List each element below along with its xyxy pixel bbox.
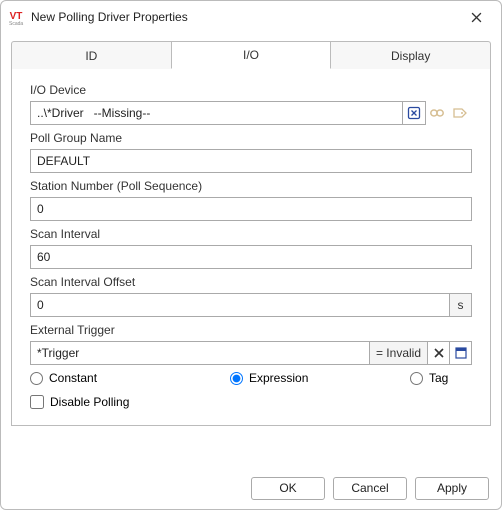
scan-offset-label: Scan Interval Offset (30, 275, 472, 289)
link-icon (429, 106, 445, 120)
radio-constant[interactable]: Constant (30, 371, 220, 385)
disable-polling-checkbox[interactable]: Disable Polling (30, 395, 472, 409)
poll-group-label: Poll Group Name (30, 131, 472, 145)
window-title: New Polling Driver Properties (31, 10, 457, 24)
radio-tag[interactable]: Tag (410, 371, 448, 385)
external-trigger-label: External Trigger (30, 323, 472, 337)
io-device-label: I/O Device (30, 83, 472, 97)
tab-panel-io: I/O Device Poll Group Name Station Numbe… (11, 68, 491, 426)
cancel-button[interactable]: Cancel (333, 477, 407, 500)
scan-interval-label: Scan Interval (30, 227, 472, 241)
io-device-link-button[interactable] (425, 101, 449, 125)
radio-expression[interactable]: Expression (230, 371, 400, 385)
radio-constant-input[interactable] (30, 372, 43, 385)
tab-io[interactable]: I/O (171, 41, 332, 69)
close-icon (471, 12, 482, 23)
radio-expression-input[interactable] (230, 372, 243, 385)
titlebar: VT Scada New Polling Driver Properties (1, 1, 501, 33)
app-logo: VT Scada (7, 8, 25, 26)
scan-offset-input[interactable] (30, 293, 450, 317)
browse-tag-icon (452, 106, 468, 120)
io-device-input[interactable] (30, 101, 403, 125)
external-trigger-status: = Invalid (370, 341, 428, 365)
disable-polling-input[interactable] (30, 395, 44, 409)
popup-icon (455, 347, 467, 359)
io-device-browse-button[interactable] (448, 101, 472, 125)
scan-interval-input[interactable] (30, 245, 472, 269)
io-device-clear-button[interactable] (402, 101, 426, 125)
ok-button[interactable]: OK (251, 477, 325, 500)
tab-id[interactable]: ID (11, 41, 172, 69)
station-number-input[interactable] (30, 197, 472, 221)
tab-display[interactable]: Display (330, 41, 491, 69)
apply-button[interactable]: Apply (415, 477, 489, 500)
dialog-body: ID I/O Display I/O Device Poll Group Nam… (1, 33, 501, 467)
poll-group-input[interactable] (30, 149, 472, 173)
dialog-button-bar: OK Cancel Apply (1, 467, 501, 509)
close-button[interactable] (457, 3, 495, 31)
tab-strip: ID I/O Display (11, 41, 491, 69)
radio-tag-input[interactable] (410, 372, 423, 385)
dialog-window: VT Scada New Polling Driver Properties I… (0, 0, 502, 510)
clear-icon (434, 348, 444, 358)
station-number-label: Station Number (Poll Sequence) (30, 179, 472, 193)
trigger-mode-radios: Constant Expression Tag (30, 371, 472, 385)
external-trigger-input[interactable] (30, 341, 370, 365)
clear-tag-icon (407, 106, 421, 120)
scan-offset-unit: s (450, 293, 472, 317)
external-trigger-clear-button[interactable] (428, 341, 450, 365)
external-trigger-popup-button[interactable] (450, 341, 472, 365)
